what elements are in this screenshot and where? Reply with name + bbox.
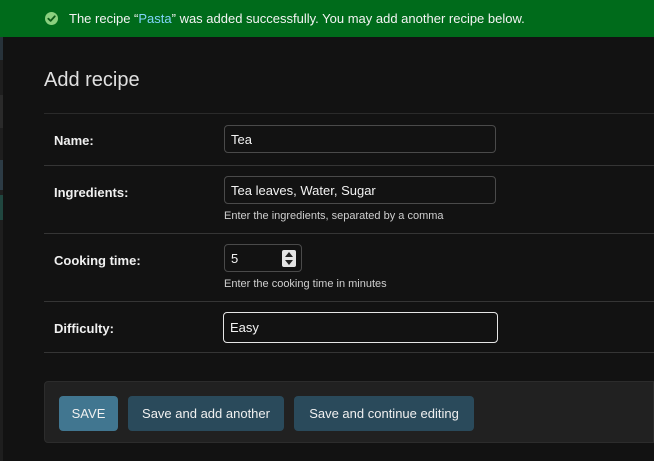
sidebar-marker (0, 37, 3, 60)
form-row-cooking-time: Cooking time: 5 Enter the cooking time i… (44, 234, 654, 302)
difficulty-select[interactable]: Easy (223, 312, 498, 343)
spinner-up-icon[interactable] (285, 251, 293, 257)
name-input-value: Tea (231, 131, 252, 147)
sidebar-marker (0, 160, 3, 190)
page-title: Add recipe (44, 69, 140, 91)
form-row-difficulty: Difficulty: Easy (44, 302, 654, 353)
cooking-time-label: Cooking time: (54, 253, 141, 268)
submit-row: SAVE Save and add another Save and conti… (44, 381, 654, 443)
ingredients-input-value: Tea leaves, Water, Sugar (231, 182, 376, 198)
message-suffix: ” was added successfully. You may add an… (171, 11, 525, 26)
difficulty-value: Easy (230, 320, 259, 335)
ingredients-label: Ingredients: (54, 185, 129, 200)
success-message-text: The recipe “Pasta” was added successfull… (69, 11, 525, 26)
name-label: Name: (54, 133, 94, 148)
cooking-time-value: 5 (231, 250, 239, 266)
check-circle-icon (45, 12, 58, 25)
ingredients-help: Enter the ingredients, separated by a co… (224, 210, 444, 222)
form-row-ingredients: Ingredients: Tea leaves, Water, Sugar En… (44, 166, 654, 234)
name-input[interactable]: Tea (224, 125, 496, 153)
message-prefix: The recipe “ (69, 11, 139, 26)
number-spinner[interactable] (282, 250, 296, 267)
success-message: The recipe “Pasta” was added successfull… (0, 0, 654, 37)
recipe-form: Name: Tea Ingredients: Tea leaves, Water… (44, 113, 654, 353)
cooking-time-help: Enter the cooking time in minutes (224, 278, 387, 290)
sidebar-marker (0, 95, 3, 128)
difficulty-label: Difficulty: (54, 321, 114, 336)
admin-page: The recipe “Pasta” was added successfull… (0, 0, 654, 461)
sidebar-marker (0, 195, 3, 220)
cooking-time-input[interactable]: 5 (224, 244, 302, 272)
spinner-down-icon[interactable] (285, 260, 293, 266)
form-row-name: Name: Tea (44, 113, 654, 166)
recipe-link[interactable]: Pasta (138, 11, 171, 26)
save-and-add-another-button[interactable]: Save and add another (128, 396, 284, 431)
ingredients-input[interactable]: Tea leaves, Water, Sugar (224, 176, 496, 204)
save-button[interactable]: SAVE (59, 396, 118, 431)
save-and-continue-button[interactable]: Save and continue editing (294, 396, 474, 431)
